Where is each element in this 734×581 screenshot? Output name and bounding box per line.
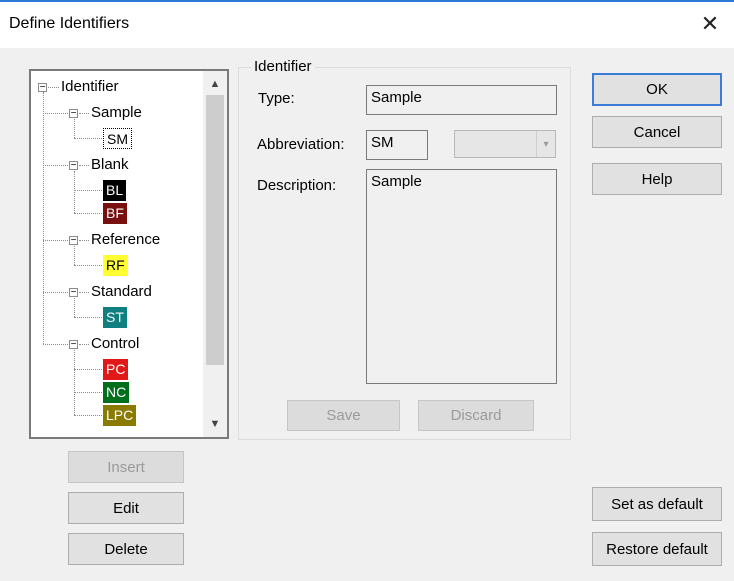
tree-root-label[interactable]: Identifier <box>61 78 119 95</box>
scroll-up-icon[interactable]: ▲ <box>203 73 227 95</box>
tree-connector <box>74 119 75 138</box>
tree-group-label[interactable]: Control <box>91 335 139 352</box>
tree-connector <box>74 369 102 370</box>
type-field: Sample <box>366 85 557 115</box>
ok-button[interactable]: OK <box>592 73 722 106</box>
description-field: Sample <box>366 169 557 384</box>
identifier-tree[interactable]: − Identifier − Sample SM − Blank BL BF − Reference… <box>29 69 229 439</box>
tree-connector <box>74 138 102 139</box>
tree-connector <box>74 298 75 317</box>
color-combo: ▾ <box>454 130 556 158</box>
tree-group-label[interactable]: Blank <box>91 156 129 173</box>
description-value: Sample <box>371 173 422 190</box>
type-label: Type: <box>258 90 295 107</box>
tree-connector <box>74 350 75 415</box>
tree-item-chip[interactable]: ST <box>103 307 127 328</box>
tree-connector <box>74 190 102 191</box>
tree-connector <box>79 113 89 114</box>
cancel-button[interactable]: Cancel <box>592 116 722 148</box>
tree-item-chip[interactable]: PC <box>103 359 129 380</box>
tree-connector <box>43 92 44 344</box>
tree-connector <box>79 165 89 166</box>
groupbox-title: Identifier <box>251 58 315 75</box>
abbreviation-label: Abbreviation: <box>257 136 345 153</box>
edit-button[interactable]: Edit <box>68 492 184 524</box>
tree-connector <box>74 265 102 266</box>
tree-item-chip[interactable]: RF <box>103 255 128 276</box>
tree-connector <box>79 240 89 241</box>
expand-collapse-icon[interactable]: − <box>69 236 78 246</box>
tree-connector <box>43 292 70 293</box>
tree-item-chip[interactable]: NC <box>103 382 130 403</box>
type-value: Sample <box>371 89 422 106</box>
tree-scrollbar[interactable]: ▲ ▼ <box>203 71 227 437</box>
abbreviation-value: SM <box>371 134 394 151</box>
tree-connector <box>43 240 70 241</box>
set-as-default-button[interactable]: Set as default <box>592 487 722 521</box>
tree-connector <box>43 113 70 114</box>
tree-item-chip[interactable]: BF <box>103 203 127 224</box>
expand-collapse-icon[interactable]: − <box>69 161 78 171</box>
expand-collapse-icon[interactable]: − <box>69 288 78 298</box>
tree-connector <box>43 165 70 166</box>
description-label: Description: <box>257 177 337 194</box>
chevron-down-icon: ▾ <box>536 131 555 157</box>
tree-connector <box>74 415 102 416</box>
tree-connector <box>74 246 75 265</box>
tree-connector <box>74 171 75 213</box>
scroll-down-icon[interactable]: ▼ <box>203 413 227 435</box>
abbreviation-field: SM <box>366 130 428 160</box>
tree-group-label[interactable]: Sample <box>91 104 142 121</box>
scroll-thumb[interactable] <box>206 95 224 365</box>
close-icon[interactable]: ✕ <box>696 10 724 38</box>
tree-connector <box>74 392 102 393</box>
help-button[interactable]: Help <box>592 163 722 195</box>
tree-item-chip[interactable]: SM <box>103 128 132 149</box>
tree-item-chip[interactable]: BL <box>103 180 127 201</box>
tree-connector <box>79 344 89 345</box>
tree-connector <box>74 213 102 214</box>
expand-collapse-icon[interactable]: − <box>69 340 78 350</box>
tree-item-chip[interactable]: LPC <box>103 405 137 426</box>
save-button: Save <box>287 400 400 431</box>
insert-button: Insert <box>68 451 184 483</box>
delete-button[interactable]: Delete <box>68 533 184 565</box>
tree-connector <box>74 317 102 318</box>
restore-default-button[interactable]: Restore default <box>592 532 722 566</box>
tree-connector <box>79 292 89 293</box>
tree-group-label[interactable]: Reference <box>91 231 160 248</box>
tree-connector <box>43 344 70 345</box>
tree-connector <box>48 87 59 88</box>
expand-collapse-icon[interactable]: − <box>38 83 47 93</box>
window-title: Define Identifiers <box>9 15 130 32</box>
tree-group-label[interactable]: Standard <box>91 283 152 300</box>
discard-button: Discard <box>418 400 534 431</box>
expand-collapse-icon[interactable]: − <box>69 109 78 119</box>
title-bar: Define Identifiers ✕ <box>0 2 734 48</box>
